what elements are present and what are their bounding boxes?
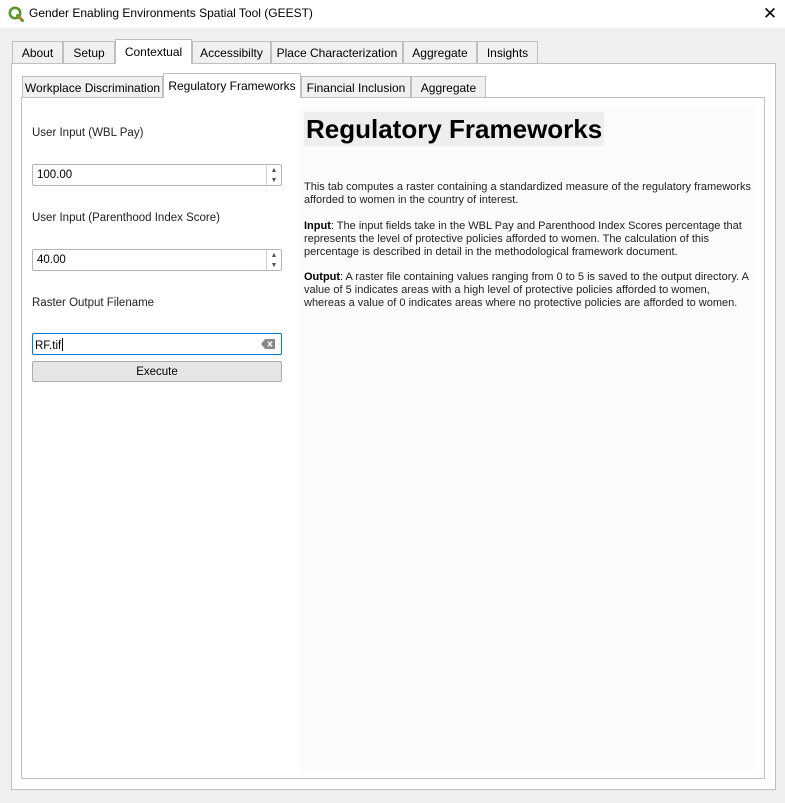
parenthood-value: 40.00 [37,254,66,266]
execute-button-label: Execute [136,365,178,378]
spin-down-icon[interactable]: ▼ [267,260,281,270]
doc-output-paragraph: Output: A raster file containing values … [304,271,752,310]
text-caret [62,338,64,351]
spin-down-icon[interactable]: ▼ [267,175,281,185]
wbl-pay-stepper: ▲ ▼ [266,165,281,185]
clear-icon[interactable] [261,339,275,349]
tab-about[interactable]: About [12,41,63,63]
spin-up-icon[interactable]: ▲ [267,165,281,175]
output-filename-label: Raster Output Filename [32,297,155,309]
parenthood-stepper: ▲ ▼ [266,250,281,270]
doc-title: Regulatory Frameworks [304,112,605,146]
close-button[interactable]: ✕ [755,0,785,28]
doc-intro: This tab computes a raster containing a … [304,181,751,206]
subtab-aggregate[interactable]: Aggregate [411,76,486,98]
tab-contextual[interactable]: Contextual [115,39,192,64]
parenthood-spinbox[interactable]: 40.00 ▲ ▼ [32,249,282,271]
title-bar: Gender Enabling Environments Spatial Too… [0,0,785,28]
parenthood-label: User Input (Parenthood Index Score) [32,212,220,224]
doc-input-text: : The input fields take in the WBL Pay a… [304,220,742,258]
output-filename-input[interactable]: RF.tif [32,333,282,355]
subtab-workplace-discrimination[interactable]: Workplace Discrimination [22,76,163,98]
wbl-pay-spinbox[interactable]: 100.00 ▲ ▼ [32,164,282,186]
execute-button[interactable]: Execute [32,361,282,382]
doc-input-paragraph: Input: The input fields take in the WBL … [304,220,752,259]
output-filename-value: RF.tif [35,340,62,352]
window-title: Gender Enabling Environments Spatial Too… [29,6,313,20]
tab-accessibility[interactable]: Accessibilty [192,41,271,63]
close-icon: ✕ [762,4,778,23]
tab-aggregate[interactable]: Aggregate [403,41,477,63]
tab-setup[interactable]: Setup [63,41,115,63]
subtab-regulatory-frameworks[interactable]: Regulatory Frameworks [163,73,301,98]
tab-place-characterization[interactable]: Place Characterization [271,41,403,63]
doc-output-heading: Output [304,271,341,283]
wbl-pay-value: 100.00 [37,169,73,181]
qgis-logo-icon [8,6,24,22]
tab-insights[interactable]: Insights [477,41,538,63]
spin-up-icon[interactable]: ▲ [267,250,281,260]
subtab-financial-inclusion[interactable]: Financial Inclusion [301,76,411,98]
doc-input-heading: Input [304,220,331,232]
wbl-pay-label: User Input (WBL Pay) [32,127,144,139]
help-document: Regulatory Frameworks This tab computes … [299,106,755,770]
doc-output-text: : A raster file containing values rangin… [304,271,749,309]
